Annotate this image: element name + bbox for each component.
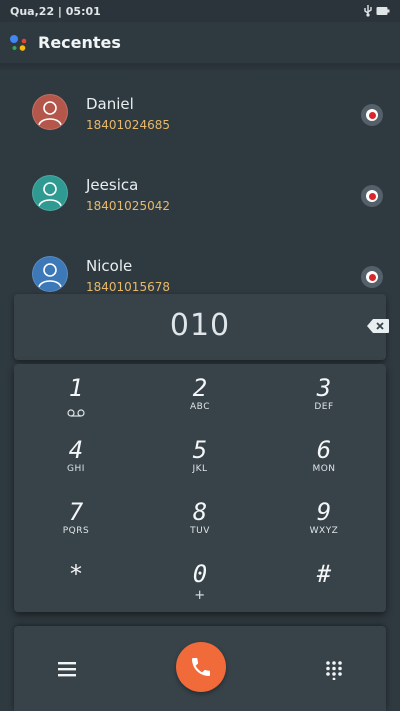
- menu-icon[interactable]: [56, 660, 78, 678]
- record-button[interactable]: [361, 185, 383, 207]
- dial-display: 010: [14, 294, 389, 360]
- key-digit: #: [316, 560, 332, 588]
- key-5[interactable]: 5 JKL: [138, 426, 262, 488]
- record-icon: [368, 111, 376, 119]
- key-digit: *: [68, 560, 84, 588]
- key-2[interactable]: 2 ABC: [138, 364, 262, 426]
- battery-icon: [376, 7, 390, 15]
- key-3[interactable]: 3 DEF: [262, 364, 386, 426]
- key-letters: JKL: [192, 464, 208, 474]
- key-0[interactable]: 0 +: [138, 550, 262, 612]
- key-digit: 8: [192, 498, 208, 526]
- key-digit: 4: [68, 436, 84, 464]
- key-letters: ABC: [190, 402, 210, 412]
- key-letters: DEF: [314, 402, 334, 412]
- key-star[interactable]: *: [14, 550, 138, 612]
- key-letters: +: [194, 588, 206, 603]
- avatar: [32, 256, 68, 292]
- key-letters: PQRS: [62, 526, 90, 536]
- person-icon: [38, 101, 62, 126]
- voicemail-icon: [67, 409, 85, 417]
- avatar: [32, 175, 68, 211]
- key-1[interactable]: 1: [14, 364, 138, 426]
- key-4[interactable]: 4 GHI: [14, 426, 138, 488]
- list-item[interactable]: Jeesica 18401025042: [0, 153, 400, 233]
- divider: [0, 64, 400, 72]
- key-digit: 3: [316, 374, 332, 402]
- key-letters: TUV: [190, 526, 210, 536]
- key-hash[interactable]: #: [262, 550, 386, 612]
- person-icon: [38, 182, 62, 207]
- avatar: [32, 94, 68, 130]
- dialpad-icon[interactable]: [324, 660, 344, 680]
- key-7[interactable]: 7 PQRS: [14, 488, 138, 550]
- person-icon: [38, 263, 62, 288]
- status-bar: Qua,22 | 05:01: [0, 0, 400, 22]
- key-digit: 1: [68, 374, 84, 402]
- backspace-icon[interactable]: [367, 319, 389, 333]
- key-letters: MON: [312, 464, 336, 474]
- contact-name: Nicole: [86, 257, 133, 275]
- key-6[interactable]: 6 MON: [262, 426, 386, 488]
- dial-keypad: 1 2 ABC 3 DEF 4 GHI 5 JKL 6 MON 7 PQRS 8…: [14, 364, 386, 612]
- record-button[interactable]: [361, 104, 383, 126]
- contact-number: 18401024685: [86, 118, 170, 132]
- list-item[interactable]: Daniel 18401024685: [0, 72, 400, 152]
- bottom-action-bar: [14, 626, 386, 711]
- contact-number: 18401025042: [86, 199, 170, 213]
- key-8[interactable]: 8 TUV: [138, 488, 262, 550]
- key-letters: GHI: [67, 464, 85, 474]
- key-digit: 6: [316, 436, 332, 464]
- status-time: Qua,22 | 05:01: [10, 4, 101, 18]
- contact-name: Daniel: [86, 95, 134, 113]
- dialed-number: 010: [169, 308, 231, 343]
- key-digit: 2: [192, 374, 208, 402]
- page-title: Recentes: [38, 33, 121, 52]
- contact-number: 18401015678: [86, 280, 170, 294]
- record-icon: [368, 273, 376, 281]
- key-9[interactable]: 9 WXYZ: [262, 488, 386, 550]
- record-button[interactable]: [361, 266, 383, 288]
- google-assistant-icon[interactable]: [8, 32, 30, 54]
- key-digit: 5: [192, 436, 208, 464]
- usb-icon: [364, 5, 372, 17]
- phone-icon: [192, 658, 210, 676]
- status-icons: [363, 5, 390, 17]
- key-digit: 7: [68, 498, 84, 526]
- contact-name: Jeesica: [86, 176, 139, 194]
- call-button[interactable]: [176, 642, 226, 692]
- key-letters: WXYZ: [309, 526, 339, 536]
- record-icon: [368, 192, 376, 200]
- app-bar: Recentes: [0, 22, 400, 64]
- key-digit: 0: [192, 560, 208, 588]
- key-digit: 9: [316, 498, 332, 526]
